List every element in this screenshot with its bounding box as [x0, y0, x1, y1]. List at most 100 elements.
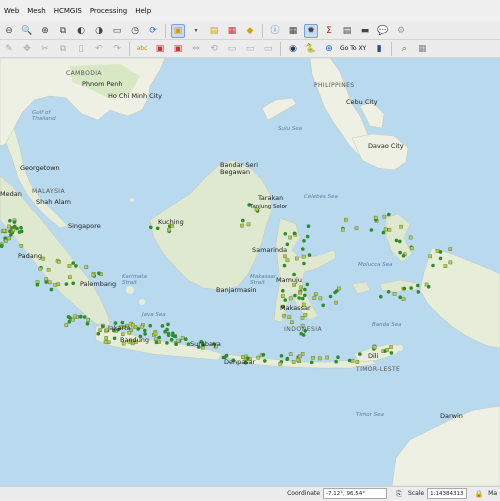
lock-scale-icon[interactable]: 🔒 [472, 487, 486, 501]
occurrence-point-214 [321, 303, 326, 308]
label-change-icon[interactable]: ▭ [225, 42, 239, 56]
redo-icon[interactable]: ↷ [110, 42, 124, 56]
settings-gear-icon[interactable]: ⚙ [394, 24, 408, 38]
scale-field[interactable]: 1:14384313 [427, 488, 468, 499]
python-icon[interactable]: 🐍 [304, 42, 318, 56]
label-georgetown: Georgetown [20, 164, 60, 172]
occurrence-point-266 [240, 223, 244, 228]
occurrence-point-181 [283, 232, 288, 236]
zoom-last-icon[interactable]: ◐ [74, 24, 88, 38]
label-rotate-icon[interactable]: ⟲ [207, 42, 221, 56]
label-move-icon[interactable]: ⇔ [189, 42, 203, 56]
map-canvas[interactable]: CAMBODIA Phnom Penh Ho Chi Minh City Gul… [0, 58, 500, 486]
paste-icon[interactable]: ▯ [74, 42, 88, 56]
label-phnom-penh: Phnom Penh [82, 80, 123, 88]
occurrence-point-33 [57, 259, 61, 264]
occurrence-point-194 [281, 294, 285, 298]
occurrence-point-197 [305, 234, 310, 239]
zoom-native-icon[interactable]: ⧉ [56, 24, 70, 38]
occurrence-point-149 [298, 354, 302, 359]
occurrence-point-151 [309, 360, 314, 365]
occurrence-point-3 [7, 224, 11, 229]
label-malaysia: MALAYSIA [32, 188, 65, 195]
occurrence-point-252 [448, 260, 453, 265]
select-dropdown-icon[interactable]: ▾ [189, 24, 203, 38]
label-indonesia: INDONESIA [284, 326, 323, 333]
magnifier-label: Ma [488, 490, 497, 497]
menu-mesh[interactable]: Mesh [23, 0, 49, 22]
measure-icon[interactable]: ▬ [358, 24, 372, 38]
occurrence-point-179 [283, 254, 287, 259]
identify-icon[interactable]: ⓘ [268, 24, 282, 38]
label-jakarta: Jakarta [108, 324, 131, 332]
zoom-selection-icon[interactable]: ⊕ [38, 24, 52, 38]
occurrence-point-132 [263, 359, 267, 363]
quick-search-icon[interactable]: ⌕ [397, 42, 411, 56]
processing-toolbox-icon[interactable]: ✹ [304, 23, 318, 38]
delete-icon[interactable]: ✂ [38, 42, 52, 56]
deselect-icon[interactable]: ▦ [225, 24, 239, 38]
label-pin-icon[interactable]: ▣ [153, 42, 167, 56]
occurrence-point-245 [398, 250, 402, 255]
label-timor-leste: TIMOR-LESTE [356, 366, 401, 373]
zoom-out-icon[interactable]: ⊖ [2, 24, 16, 38]
occurrence-point-62 [154, 337, 158, 342]
occurrence-point-13 [15, 226, 19, 231]
occurrence-point-244 [398, 239, 402, 244]
select-location-icon[interactable]: ◆ [243, 24, 257, 38]
occurrence-point-90 [157, 335, 161, 340]
attribute-table-icon[interactable]: ▦ [286, 24, 300, 38]
annotation-icon[interactable]: 💬 [376, 24, 390, 38]
hcmgis-book-icon[interactable]: ▮ [372, 42, 386, 56]
move-feature-icon[interactable]: ✥ [20, 42, 34, 56]
coordinate-field[interactable]: -7.12°, 96.54° [322, 488, 387, 499]
occurrence-point-28 [46, 267, 51, 272]
label-celebes-sea: Celebes Sea [304, 194, 338, 200]
select-by-value-icon[interactable]: ▤ [207, 24, 221, 38]
field-calculator-icon[interactable]: ▤ [340, 24, 354, 38]
label-denpasar: Denpasar [224, 358, 256, 366]
label-abc-icon[interactable]: abc [135, 42, 149, 56]
map-navigation-toolbar: ⊖ 🔍 ⊕ ⧉ ◐ ◑ ▭ ◷ ⟳ ▣ ▾ ▤ ▦ ◆ ⓘ ▦ ✹ Σ ▤ ▬ … [0, 22, 500, 40]
extents-toggle-icon[interactable]: ⎘ [392, 487, 406, 501]
occurrence-point-25 [19, 243, 24, 248]
occurrence-point-137 [318, 356, 322, 361]
occurrence-point-30 [38, 266, 43, 271]
occurrence-point-261 [167, 228, 171, 232]
occurrence-point-208 [314, 292, 318, 296]
menu-processing[interactable]: Processing [86, 0, 131, 22]
occurrence-point-66 [148, 323, 152, 328]
goto-xy-icon[interactable]: ⊕ [322, 42, 336, 56]
occurrence-point-166 [302, 261, 306, 266]
label-gulf-thailand: Gulf of Thailand [32, 110, 56, 122]
occurrence-point-219 [399, 224, 403, 229]
plugin-globe-icon[interactable]: ◉ [286, 42, 300, 56]
occurrence-point-282 [48, 280, 52, 285]
refresh-icon[interactable]: ⟳ [146, 24, 160, 38]
zoom-next-icon[interactable]: ◑ [92, 24, 106, 38]
menu-web[interactable]: Web [0, 0, 23, 22]
new-map-view-icon[interactable]: ▭ [110, 24, 124, 38]
label-highlight-icon[interactable]: ▣ [171, 42, 185, 56]
menu-hcmgis[interactable]: HCMGIS [50, 0, 86, 22]
occurrence-point-185 [293, 293, 297, 298]
select-features-icon[interactable]: ▣ [171, 23, 185, 38]
occurrence-point-270 [241, 218, 245, 223]
occurrence-point-204 [303, 293, 307, 298]
map-tips-icon[interactable]: ▦ [415, 42, 429, 56]
statistics-sum-icon[interactable]: Σ [322, 24, 336, 38]
goto-xy-label[interactable]: Go To XY [340, 45, 366, 52]
label-diagram-icon[interactable]: ▭ [261, 42, 275, 56]
occurrence-point-172 [295, 256, 299, 261]
digitize-pencil-icon[interactable]: ✎ [2, 42, 16, 56]
zoom-layer-icon[interactable]: 🔍 [20, 24, 34, 38]
label-show-icon[interactable]: ▭ [243, 42, 257, 56]
copy-icon[interactable]: ⧉ [56, 42, 70, 56]
undo-icon[interactable]: ↶ [92, 42, 106, 56]
menu-help[interactable]: Help [131, 0, 155, 22]
label-bandung: Bandung [120, 336, 150, 344]
occurrence-point-186 [305, 282, 310, 287]
occurrence-point-258 [435, 249, 440, 253]
temporal-controller-icon[interactable]: ◷ [128, 24, 142, 38]
toolbar-separator [391, 41, 393, 56]
